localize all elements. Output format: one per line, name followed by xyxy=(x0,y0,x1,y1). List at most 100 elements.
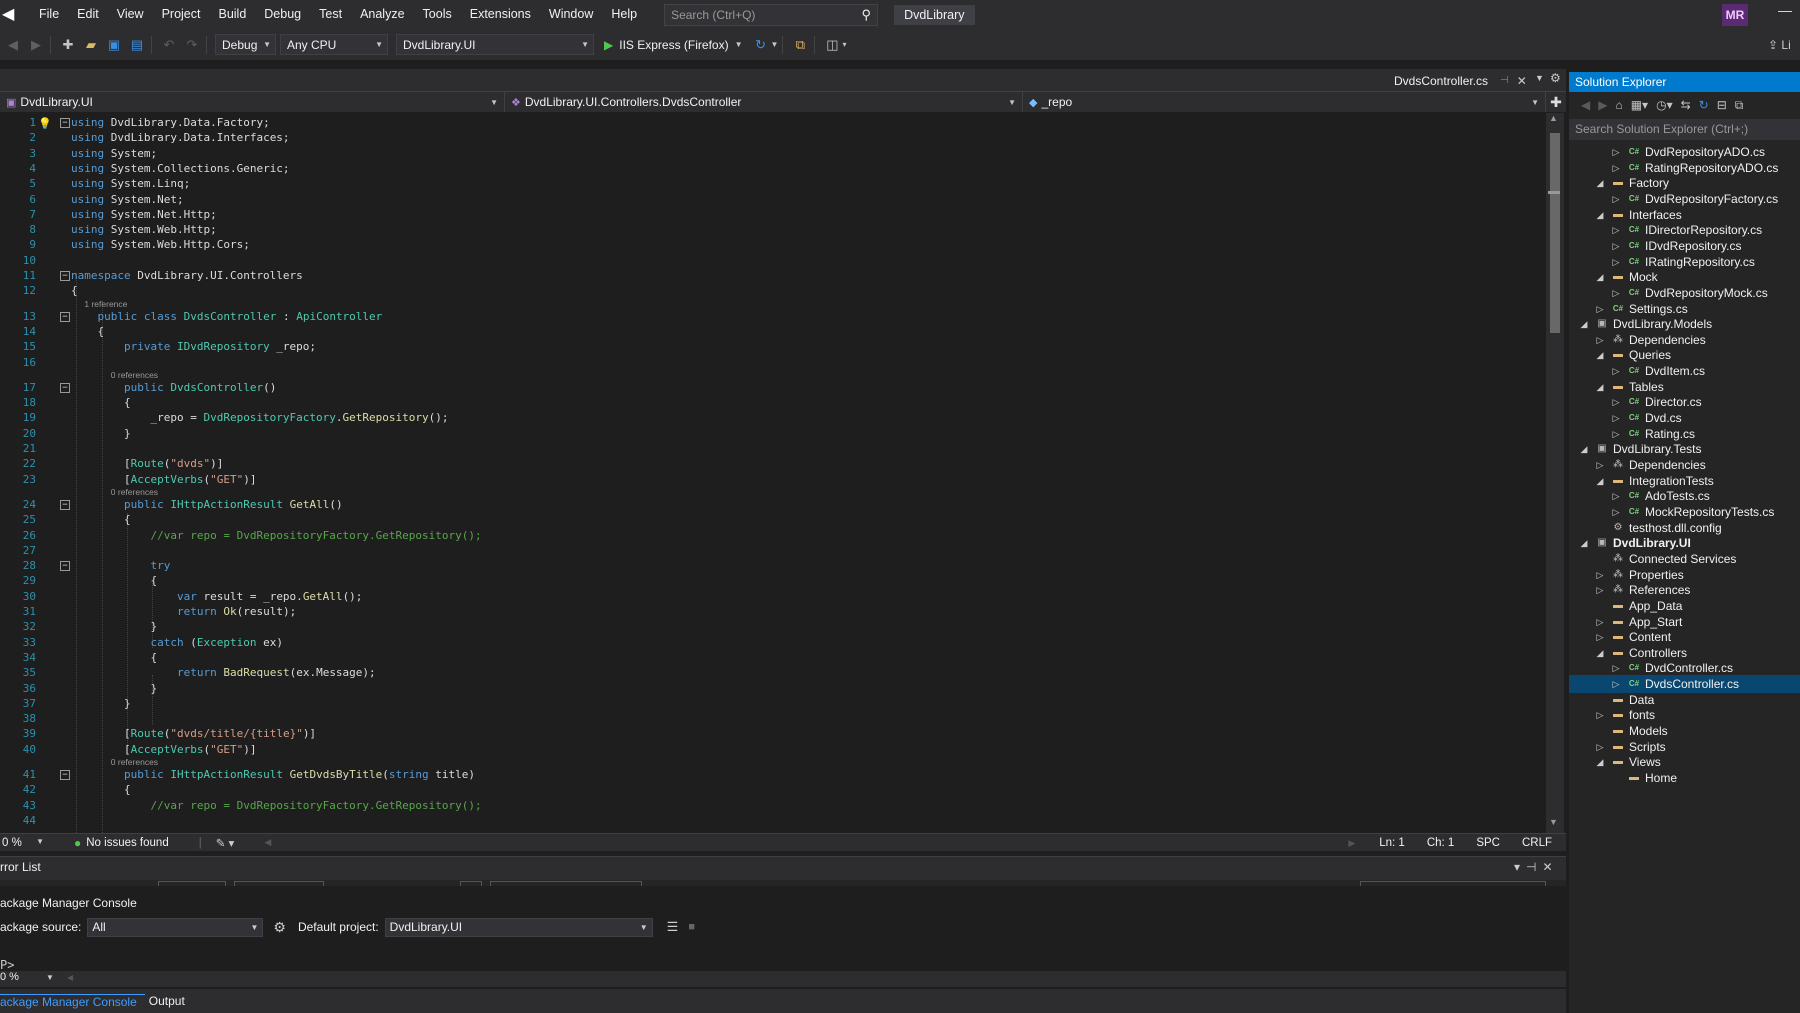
errors-filter-button[interactable] xyxy=(158,881,226,886)
collapse-region-icon[interactable]: − xyxy=(60,118,70,128)
search-input[interactable]: Search (Ctrl+Q) ⚲ xyxy=(664,3,879,26)
menu-window[interactable]: Window xyxy=(540,0,602,29)
open-folder-icon[interactable]: ▰ xyxy=(81,35,101,55)
code-line: 37 } xyxy=(0,696,1548,711)
show-all-files-icon[interactable]: ⧉ xyxy=(1735,98,1744,113)
warnings-filter-button[interactable] xyxy=(234,881,324,886)
code-token: DvdLibrary.UI.Controllers xyxy=(130,269,303,282)
editor-vertical-scrollbar[interactable]: ▲ ▼ xyxy=(1546,113,1564,833)
line-indicator: Ln: 1 xyxy=(1379,837,1405,849)
collapse-region-icon[interactable]: − xyxy=(60,770,70,780)
navigate-forward-icon[interactable]: ▶ xyxy=(26,35,46,55)
switch-views-icon[interactable]: ▦▾ xyxy=(1631,98,1648,112)
redo-icon[interactable]: ↷ xyxy=(182,35,202,55)
navigate-back-icon[interactable]: ◀ xyxy=(3,35,23,55)
tab-list-dropdown-icon[interactable]: ▼ xyxy=(1535,73,1544,83)
build-filter-dropdown[interactable] xyxy=(490,881,642,886)
code-cleanup-icon[interactable]: ✎ ▾ xyxy=(216,836,235,850)
collapse-region-icon[interactable]: − xyxy=(60,271,70,281)
refresh-icon[interactable]: ↻ xyxy=(1699,98,1709,112)
code-token: public class xyxy=(97,309,177,323)
menu-file[interactable]: File xyxy=(30,0,68,29)
visual-studio-logo-icon[interactable]: ◀ xyxy=(2,6,18,24)
startup-project-dropdown[interactable]: DvdLibrary.UI ▼ xyxy=(396,34,594,55)
default-project-dropdown[interactable]: DvdLibrary.UI ▼ xyxy=(384,917,653,937)
avatar[interactable]: MR xyxy=(1722,4,1748,26)
code-token: System.Web.Http.Cors; xyxy=(104,238,250,252)
screenshot-icon[interactable]: ◫ xyxy=(822,35,842,55)
scroll-up-icon[interactable]: ▲ xyxy=(1549,113,1558,123)
spacing-indicator[interactable]: SPC xyxy=(1476,837,1500,849)
gear-icon[interactable]: ⚙ xyxy=(273,919,286,936)
collapse-region-icon[interactable]: − xyxy=(60,311,70,322)
menu-tools[interactable]: Tools xyxy=(414,0,461,29)
filter-toggle-button[interactable] xyxy=(460,881,482,886)
back-icon[interactable]: ◀ xyxy=(1581,98,1590,112)
panel-window-controls[interactable]: ▾⊣✕ xyxy=(1514,860,1559,874)
scroll-left-icon[interactable]: ◀ xyxy=(264,837,271,848)
collapse-region-icon[interactable]: − xyxy=(60,561,70,572)
refresh-icon[interactable]: ↻ xyxy=(751,35,771,55)
pin-icon[interactable]: ⊣ xyxy=(1500,75,1509,86)
scroll-right-icon[interactable]: ▶ xyxy=(1348,838,1355,849)
console-zoom-value[interactable]: 0 % xyxy=(0,971,19,983)
code-editor[interactable]: 1− 💡 using DvdLibrary.Data.Factory; 2 using … xyxy=(0,113,1548,833)
undo-icon[interactable]: ↶ xyxy=(159,35,179,55)
close-icon[interactable]: ✕ xyxy=(1517,74,1527,88)
pending-changes-filter-icon[interactable]: ◷▾ xyxy=(1656,98,1673,112)
scroll-left-icon[interactable]: ◀ xyxy=(67,973,73,982)
collapse-region-icon[interactable]: − xyxy=(60,499,70,510)
menu-view[interactable]: View xyxy=(108,0,153,29)
menu-project[interactable]: Project xyxy=(153,0,210,29)
menu-build[interactable]: Build xyxy=(209,0,255,29)
line-ending-indicator[interactable]: CRLF xyxy=(1522,837,1552,849)
menu-edit[interactable]: Edit xyxy=(68,0,108,29)
menu-extensions[interactable]: Extensions xyxy=(461,0,540,29)
code-line: 29 { xyxy=(0,573,1548,588)
gear-icon[interactable]: ⚙ xyxy=(1550,71,1561,85)
platform-dropdown[interactable]: Any CPU ▼ xyxy=(280,34,388,55)
type-dropdown[interactable]: ❖ DvdLibrary.UI.Controllers.DvdsControlle… xyxy=(505,92,1023,112)
issues-status[interactable]: No issues found xyxy=(86,837,168,849)
split-window-icon[interactable]: ✚ xyxy=(1546,92,1566,112)
tree-item[interactable]: ▬ Home xyxy=(1569,769,1800,787)
chevron-down-icon[interactable]: ▼ xyxy=(771,40,779,49)
lightbulb-icon[interactable]: 💡 xyxy=(38,116,52,131)
menu-help[interactable]: Help xyxy=(602,0,646,29)
collapse-region-icon[interactable]: − xyxy=(60,382,70,393)
list-icon[interactable]: ☰ xyxy=(667,919,679,935)
live-share-button[interactable]: ⇪ Li xyxy=(1768,38,1791,52)
new-project-icon[interactable]: ✚ xyxy=(58,35,78,55)
menu-test[interactable]: Test xyxy=(310,0,351,29)
search-error-list-input[interactable] xyxy=(1360,881,1546,886)
chevron-down-icon[interactable]: ▼ xyxy=(46,973,54,982)
scroll-down-icon[interactable]: ▼ xyxy=(1549,817,1558,827)
project-dropdown[interactable]: ▣ DvdLibrary.UI ▼ xyxy=(0,92,505,112)
run-button[interactable]: ▶ IIS Express (Firefox) ▼ xyxy=(604,38,743,52)
home-icon[interactable]: ⌂ xyxy=(1615,98,1622,112)
code-line: 1 − 💡 using DvdLibrary.Data.Factory; xyxy=(0,115,1548,130)
minimize-icon[interactable]: — xyxy=(1778,2,1792,18)
zoom-dropdown[interactable]: 0 % ▼ xyxy=(0,837,50,849)
code-token: using xyxy=(71,238,105,252)
member-dropdown[interactable]: ◆ _repo ▼ xyxy=(1023,92,1546,112)
tab-package-manager-console[interactable]: ackage Manager Console xyxy=(0,993,145,1009)
save-icon[interactable]: ▣ xyxy=(104,35,124,55)
save-all-icon[interactable]: ▤ xyxy=(127,35,147,55)
sync-with-document-icon[interactable]: ⇆ xyxy=(1681,98,1691,112)
package-source-dropdown[interactable]: All ▼ xyxy=(87,917,264,937)
forward-icon[interactable]: ▶ xyxy=(1598,98,1607,112)
menu-analyze[interactable]: Analyze xyxy=(351,0,413,29)
configuration-dropdown[interactable]: Debug ▼ xyxy=(215,34,276,55)
toolbar-overflow-icon[interactable]: ▾ xyxy=(842,40,846,49)
solution-explorer-search-input[interactable]: Search Solution Explorer (Ctrl+;) xyxy=(1569,119,1800,140)
stop-icon[interactable]: ■ xyxy=(688,921,695,933)
browser-link-icon[interactable]: ⧉ xyxy=(790,35,810,55)
collapse-all-icon[interactable]: ⊟ xyxy=(1717,98,1727,112)
tab-output[interactable]: Output xyxy=(149,994,193,1008)
menu-debug[interactable]: Debug xyxy=(255,0,310,29)
tab-dvdscontroller[interactable]: DvdsController.cs ⊣ ✕ xyxy=(1390,70,1532,91)
scrollbar-thumb[interactable] xyxy=(1550,133,1560,333)
console-prompt[interactable]: P> xyxy=(0,958,14,972)
